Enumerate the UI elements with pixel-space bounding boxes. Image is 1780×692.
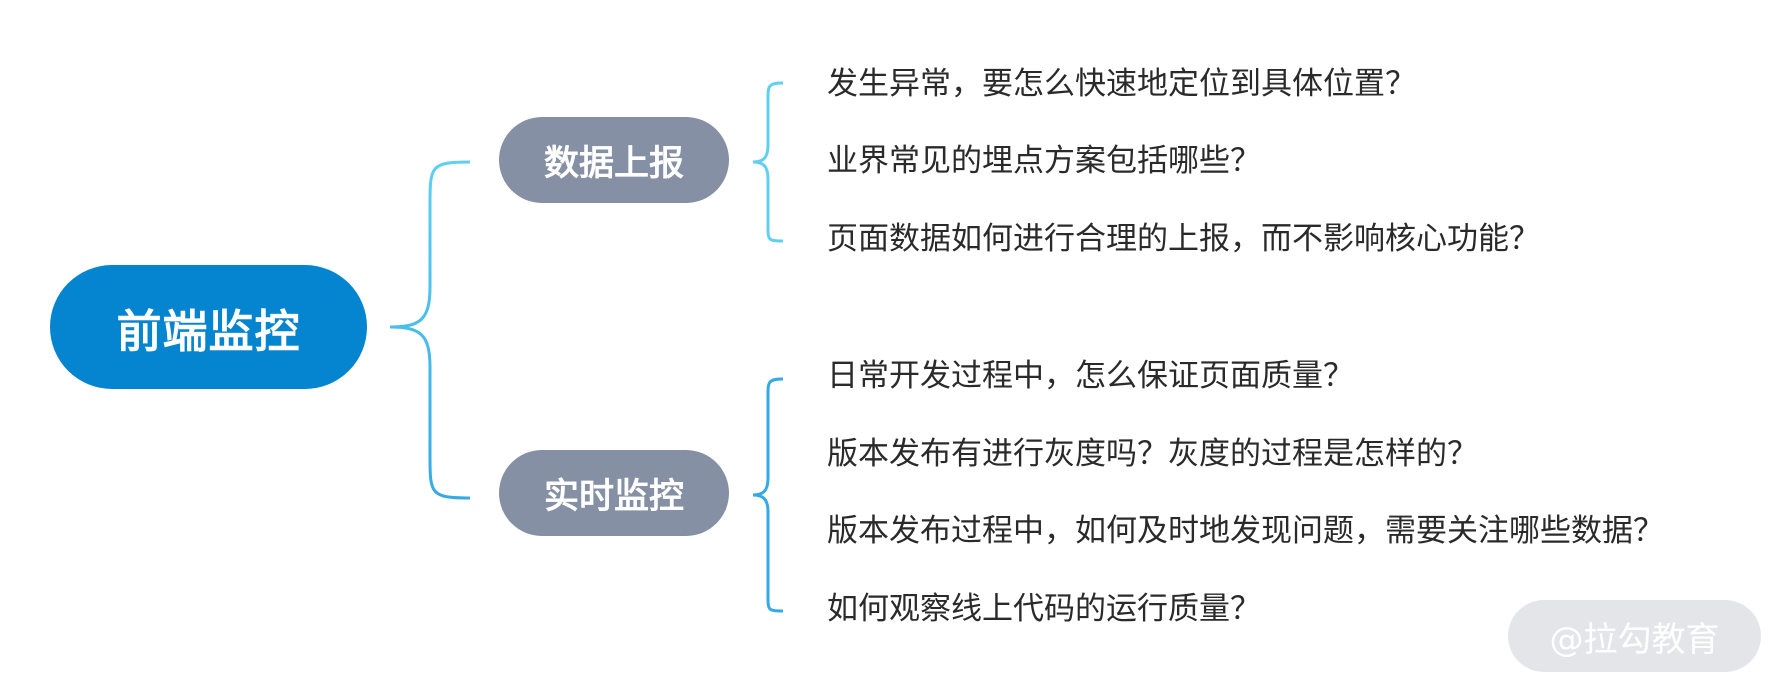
branch-node-data-report: 数据上报 <box>499 117 729 203</box>
question-item: 如何观察线上代码的运行质量？ <box>827 591 1261 627</box>
question-item: 版本发布过程中，如何及时地发现问题，需要关注哪些数据？ <box>827 513 1664 549</box>
question-item: 版本发布有进行灰度吗？灰度的过程是怎样的？ <box>827 436 1478 472</box>
branch-node-realtime-monitor: 实时监控 <box>499 450 729 536</box>
question-item: 页面数据如何进行合理的上报，而不影响核心功能？ <box>827 221 1540 257</box>
root-node: 前端监控 <box>50 265 367 389</box>
watermark-text: @拉勾教育 <box>1549 619 1720 660</box>
branch-2-brace <box>752 377 784 613</box>
branch-1-brace <box>752 81 784 243</box>
watermark-badge: @拉勾教育 <box>1508 600 1761 672</box>
question-item: 发生异常，要怎么快速地定位到具体位置？ <box>827 66 1416 102</box>
branch-label: 数据上报 <box>543 143 684 184</box>
question-item: 日常开发过程中，怎么保证页面质量？ <box>827 358 1354 394</box>
question-item: 业界常见的埋点方案包括哪些？ <box>827 143 1261 179</box>
root-label: 前端监控 <box>116 304 301 358</box>
root-brace <box>389 160 471 500</box>
branch-label: 实时监控 <box>543 476 684 517</box>
